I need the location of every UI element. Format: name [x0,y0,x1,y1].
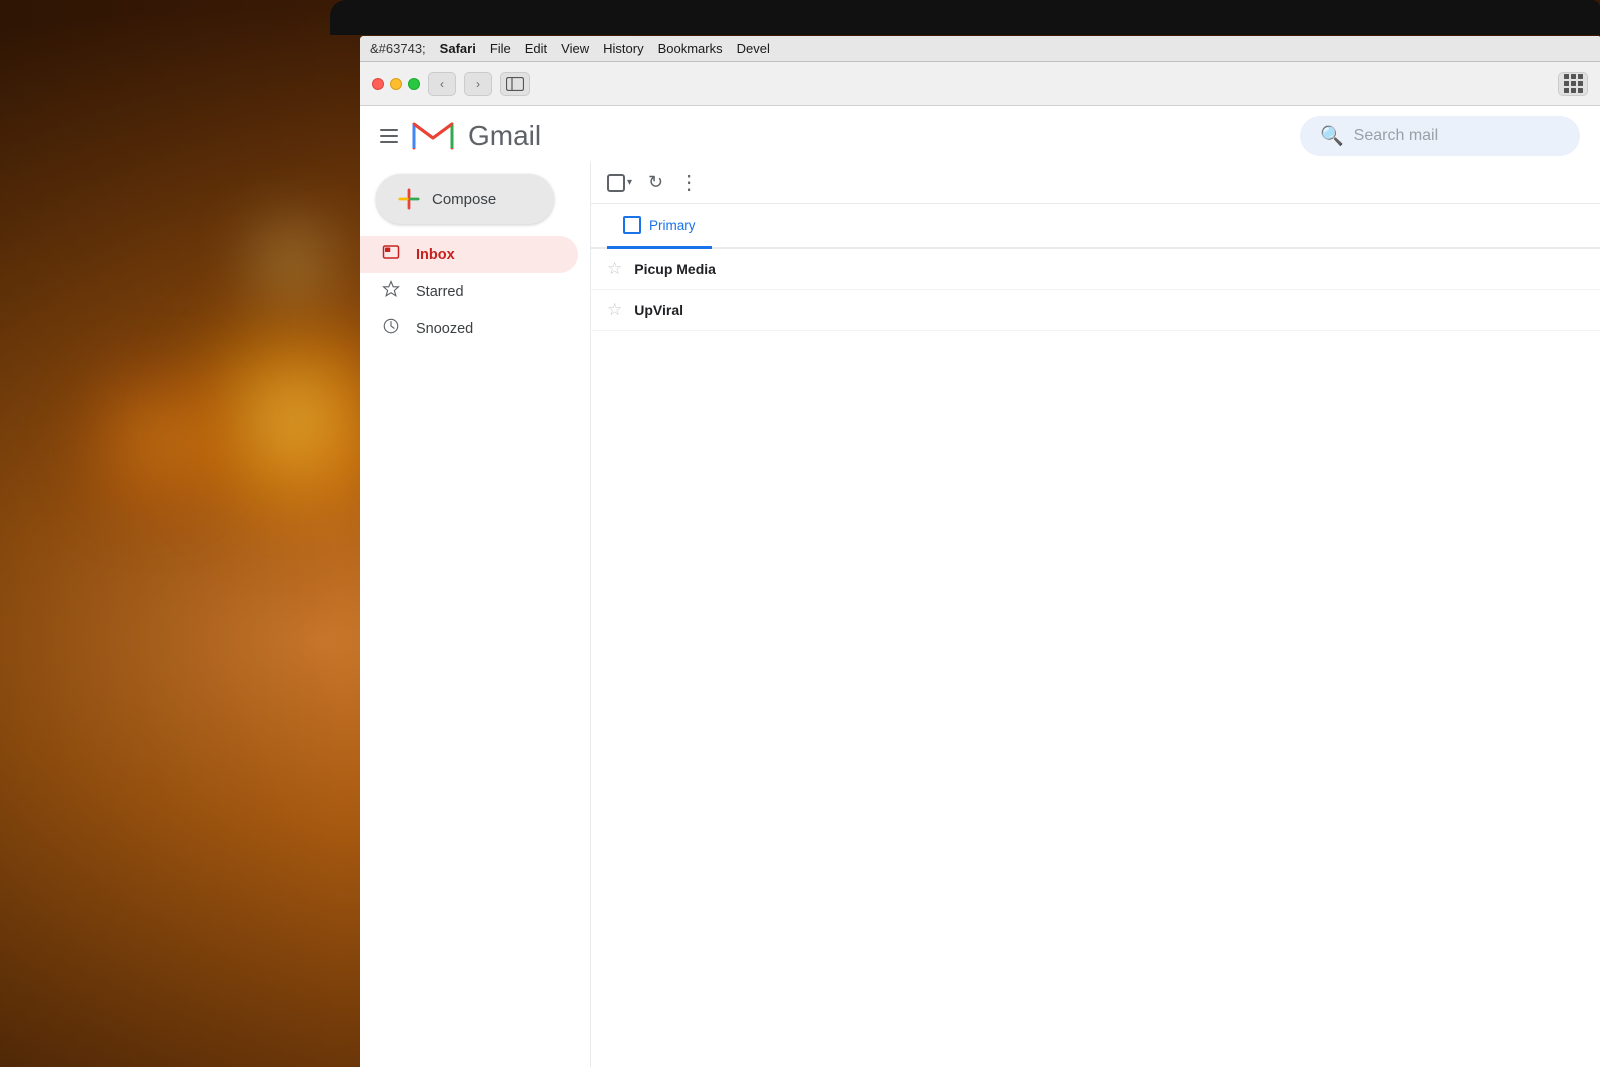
view-menu[interactable]: View [561,41,589,56]
file-menu[interactable]: File [490,41,511,56]
select-all-checkbox[interactable] [607,174,625,192]
gmail-wordmark: Gmail [468,120,541,152]
gmail-nav-sidebar: Compose Inbox [360,162,590,1067]
compose-label: Compose [432,191,496,208]
snoozed-label: Snoozed [416,321,473,337]
compose-plus-icon [398,188,420,210]
refresh-button[interactable]: ↻ [648,172,663,193]
email-tabs: Primary [591,204,1600,249]
sender-upviral: UpViral [634,302,774,318]
gmail-logo-area: Gmail [376,120,541,152]
hamburger-line-1 [380,129,398,131]
laptop-screen: &#63743; Safari File Edit View History B… [360,36,1600,1067]
develop-menu[interactable]: Devel [737,41,770,56]
email-area: ▾ ↻ ⋮ Primary ☆ [590,162,1600,1067]
primary-tab-label: Primary [649,218,696,233]
apple-menu-icon[interactable]: &#63743; [370,41,426,56]
hamburger-menu-button[interactable] [376,125,402,147]
traffic-lights [372,78,420,90]
select-all-checkbox-wrap: ▾ [607,174,632,192]
nav-item-snoozed[interactable]: Snoozed [360,310,578,347]
search-placeholder: Search mail [1354,127,1438,145]
hamburger-line-2 [380,135,398,137]
search-bar[interactable]: 🔍 Search mail [1300,116,1580,156]
grid-view-button[interactable] [1558,72,1588,96]
sender-picup: Picup Media [634,261,774,277]
history-menu[interactable]: History [603,41,643,56]
tab-primary[interactable]: Primary [607,204,712,249]
back-button[interactable]: ‹ [428,72,456,96]
inbox-label: Inbox [416,247,455,263]
gmail-m-logo [412,120,454,152]
star-upviral-icon[interactable]: ☆ [607,300,622,320]
forward-button[interactable]: › [464,72,492,96]
gmail-header: Gmail 🔍 Search mail [360,106,1600,162]
back-arrow-icon: ‹ [440,77,444,91]
inbox-icon [380,243,402,266]
star-picup-icon[interactable]: ☆ [607,259,622,279]
edit-menu[interactable]: Edit [525,41,547,56]
gmail-app: Gmail 🔍 Search mail [360,106,1600,1067]
macos-menubar: &#63743; Safari File Edit View History B… [360,36,1600,62]
bokeh-light-3 [240,200,340,320]
forward-arrow-icon: › [476,77,480,91]
gmail-body: Compose Inbox [360,162,1600,1067]
sidebar-toggle-icon [506,77,524,91]
hamburger-line-3 [380,141,398,143]
email-row-upviral[interactable]: ☆ UpViral [591,290,1600,331]
bookmarks-menu[interactable]: Bookmarks [658,41,723,56]
starred-label: Starred [416,284,464,300]
email-row-picup[interactable]: ☆ Picup Media [591,249,1600,290]
minimize-button[interactable] [390,78,402,90]
safari-toolbar: ‹ › [360,62,1600,106]
nav-item-inbox[interactable]: Inbox [360,236,578,273]
nav-item-starred[interactable]: Starred [360,273,578,310]
starred-icon [380,280,402,303]
bokeh-light-2 [80,350,230,530]
search-icon: 🔍 [1320,124,1344,148]
more-options-button[interactable]: ⋮ [679,170,699,195]
close-button[interactable] [372,78,384,90]
primary-tab-icon [623,216,641,234]
grid-icon [1564,74,1583,93]
safari-menu[interactable]: Safari [440,41,476,56]
screen-content: &#63743; Safari File Edit View History B… [360,36,1600,1067]
compose-button[interactable]: Compose [376,174,554,224]
sidebar-toggle-button[interactable] [500,72,530,96]
select-dropdown-arrow[interactable]: ▾ [627,177,632,188]
snoozed-icon [380,317,402,340]
email-toolbar: ▾ ↻ ⋮ [591,162,1600,204]
maximize-button[interactable] [408,78,420,90]
